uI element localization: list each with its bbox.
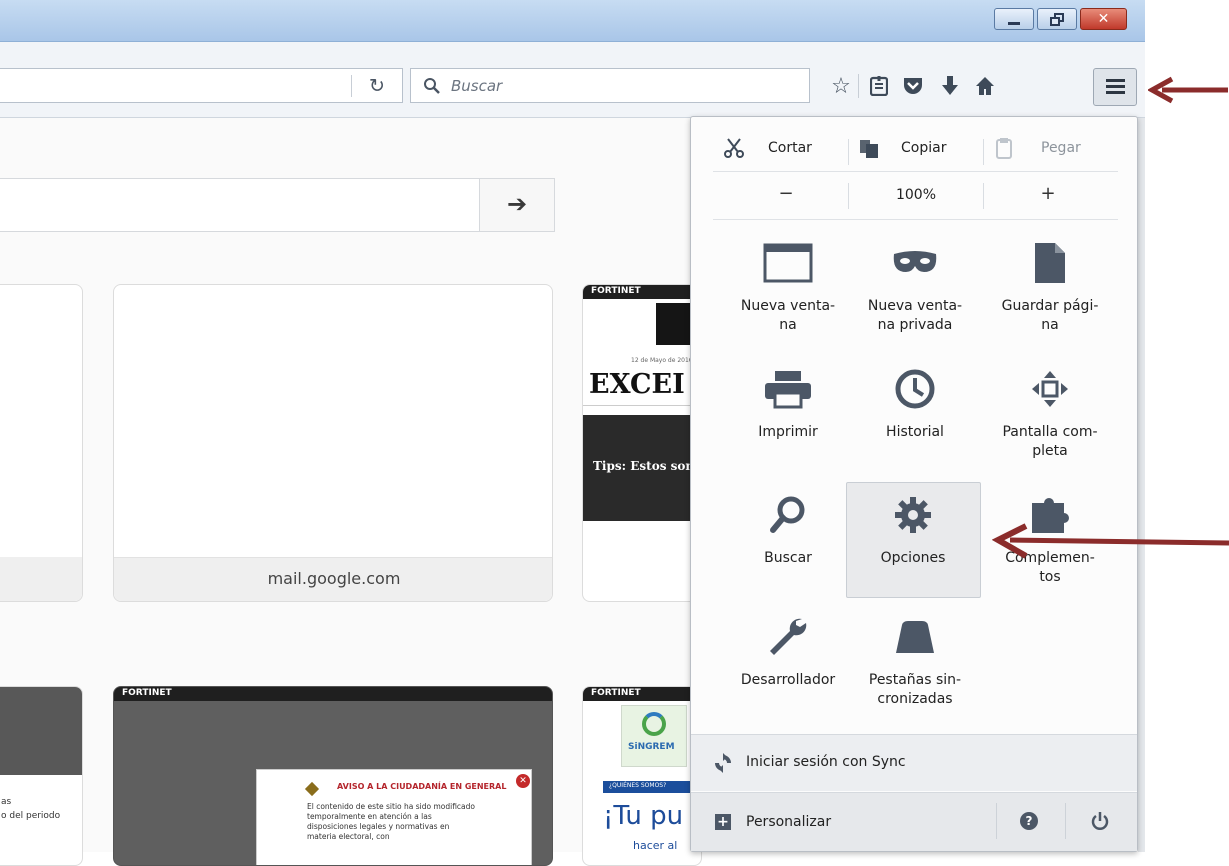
zoom-reset-button[interactable]: 100%: [866, 187, 966, 203]
pocket-button[interactable]: [898, 68, 928, 104]
downloads-button[interactable]: [935, 68, 965, 104]
shield-emblem-icon: [304, 781, 320, 797]
page-search-go-icon[interactable]: ➔: [480, 179, 554, 231]
restore-button[interactable]: [1037, 8, 1077, 30]
annotation-arrow-menu: [1146, 76, 1228, 104]
left-arrow-icon: [991, 523, 1229, 559]
tile-left-bottom[interactable]: as o del periodo: [0, 686, 83, 866]
fullscreen-icon: [1032, 371, 1068, 407]
clock-icon: [895, 369, 935, 409]
sync-label: Iniciar sesión con Sync: [746, 754, 906, 770]
history-button[interactable]: Historial: [849, 367, 981, 442]
printer-icon: [765, 371, 811, 409]
page-search-field[interactable]: ➔: [0, 178, 555, 232]
plus-icon: +: [715, 814, 731, 830]
scrollbar[interactable]: [1138, 118, 1145, 852]
power-icon: [1091, 812, 1109, 830]
toolbar-divider: [858, 74, 859, 98]
tile-singrem[interactable]: FORTINET SiNGREM ¿QUIÉNES SOMOS? ¡Tu pu …: [582, 686, 702, 866]
sync-signin-button[interactable]: Iniciar sesión con Sync: [691, 734, 1137, 791]
tile-aviso[interactable]: FORTINET AVISO A LA CIUDADANÍA EN GENERA…: [113, 686, 553, 866]
open-menu-button[interactable]: [1093, 68, 1137, 106]
search-bar[interactable]: Buscar: [410, 68, 810, 103]
tile-mail-google[interactable]: mail.google.com: [113, 284, 553, 602]
new-window-button[interactable]: Nueva venta-na: [722, 241, 854, 335]
fullscreen-button[interactable]: Pantalla com-pleta: [984, 367, 1116, 461]
copy-icon: [860, 140, 878, 158]
pocket-icon: [904, 78, 922, 94]
minimize-button[interactable]: [994, 8, 1034, 30]
minimize-icon: [1008, 22, 1020, 25]
window-titlebar: ✕: [0, 0, 1145, 42]
bookmarks-menu-button[interactable]: [864, 68, 894, 104]
new-window-icon: [763, 243, 813, 283]
home-icon: [976, 77, 994, 95]
quit-button[interactable]: [1079, 807, 1119, 837]
page-icon: [1035, 243, 1065, 283]
paste-button[interactable]: Pegar: [1041, 140, 1081, 156]
synced-tab-icon: [896, 621, 934, 653]
save-page-button[interactable]: Guardar pági-na: [984, 241, 1116, 335]
cut-button[interactable]: Cortar: [768, 140, 812, 156]
recycle-icon: [642, 712, 666, 736]
hamburger-icon: [1106, 79, 1125, 82]
restore-icon-front: [1050, 17, 1060, 26]
fortinet-logo: FORTINET: [591, 286, 641, 296]
synced-tabs-button[interactable]: Pestañas sin-cronizadas: [849, 615, 981, 709]
close-dialog-icon[interactable]: ✕: [516, 774, 530, 788]
paste-icon: [996, 138, 1012, 159]
reload-icon[interactable]: ↻: [361, 72, 393, 100]
developer-button[interactable]: Desarrollador: [722, 615, 854, 690]
print-button[interactable]: Imprimir: [722, 367, 854, 442]
zoom-in-button[interactable]: +: [1013, 183, 1083, 204]
copy-button[interactable]: Copiar: [901, 140, 946, 156]
left-arrow-icon: [1146, 76, 1228, 104]
aviso-dialog: AVISO A LA CIUDADANÍA EN GENERAL ✕ El co…: [256, 769, 532, 865]
customize-button[interactable]: + Personalizar: [691, 793, 993, 852]
options-button[interactable]: Opciones: [846, 482, 981, 598]
home-button[interactable]: [970, 68, 1000, 104]
gear-icon: [895, 497, 931, 533]
sync-icon: [715, 753, 731, 773]
find-button[interactable]: Buscar: [722, 493, 854, 568]
app-menu-panel: Cortar Copiar Pegar − 100% + Nueva venta…: [690, 116, 1138, 852]
wrench-icon: [770, 618, 807, 655]
tile-left-top[interactable]: [0, 284, 83, 602]
help-button[interactable]: ?: [1009, 807, 1049, 837]
search-placeholder: Buscar: [451, 77, 503, 95]
excelsior-logo: EXCEI: [589, 369, 685, 400]
zoom-out-button[interactable]: −: [751, 183, 821, 204]
private-window-button[interactable]: Nueva venta-na privada: [849, 241, 981, 335]
singrem-logo: SiNGREM: [621, 705, 687, 767]
close-window-button[interactable]: ✕: [1080, 8, 1127, 30]
menu-footer: + Personalizar ?: [691, 792, 1137, 851]
bookmark-star-icon[interactable]: ☆: [826, 68, 856, 104]
help-icon: ?: [1020, 812, 1038, 830]
scissors-icon: [724, 138, 744, 158]
tile-label: mail.google.com: [267, 569, 401, 588]
annotation-arrow-options: [991, 523, 1229, 563]
close-icon: ✕: [1097, 11, 1110, 27]
url-divider: [351, 75, 352, 97]
customize-label: Personalizar: [746, 814, 832, 830]
mask-icon: [893, 251, 937, 272]
magnifier-icon: [770, 496, 805, 533]
download-arrow-icon: [942, 76, 958, 95]
url-bar[interactable]: ↻: [0, 68, 403, 103]
tile-excelsior[interactable]: FORTINET 12 de Mayo de 2016 EXCEI Tips: …: [582, 284, 702, 602]
search-icon: [424, 78, 440, 94]
clipboard-list-icon: [870, 76, 888, 96]
